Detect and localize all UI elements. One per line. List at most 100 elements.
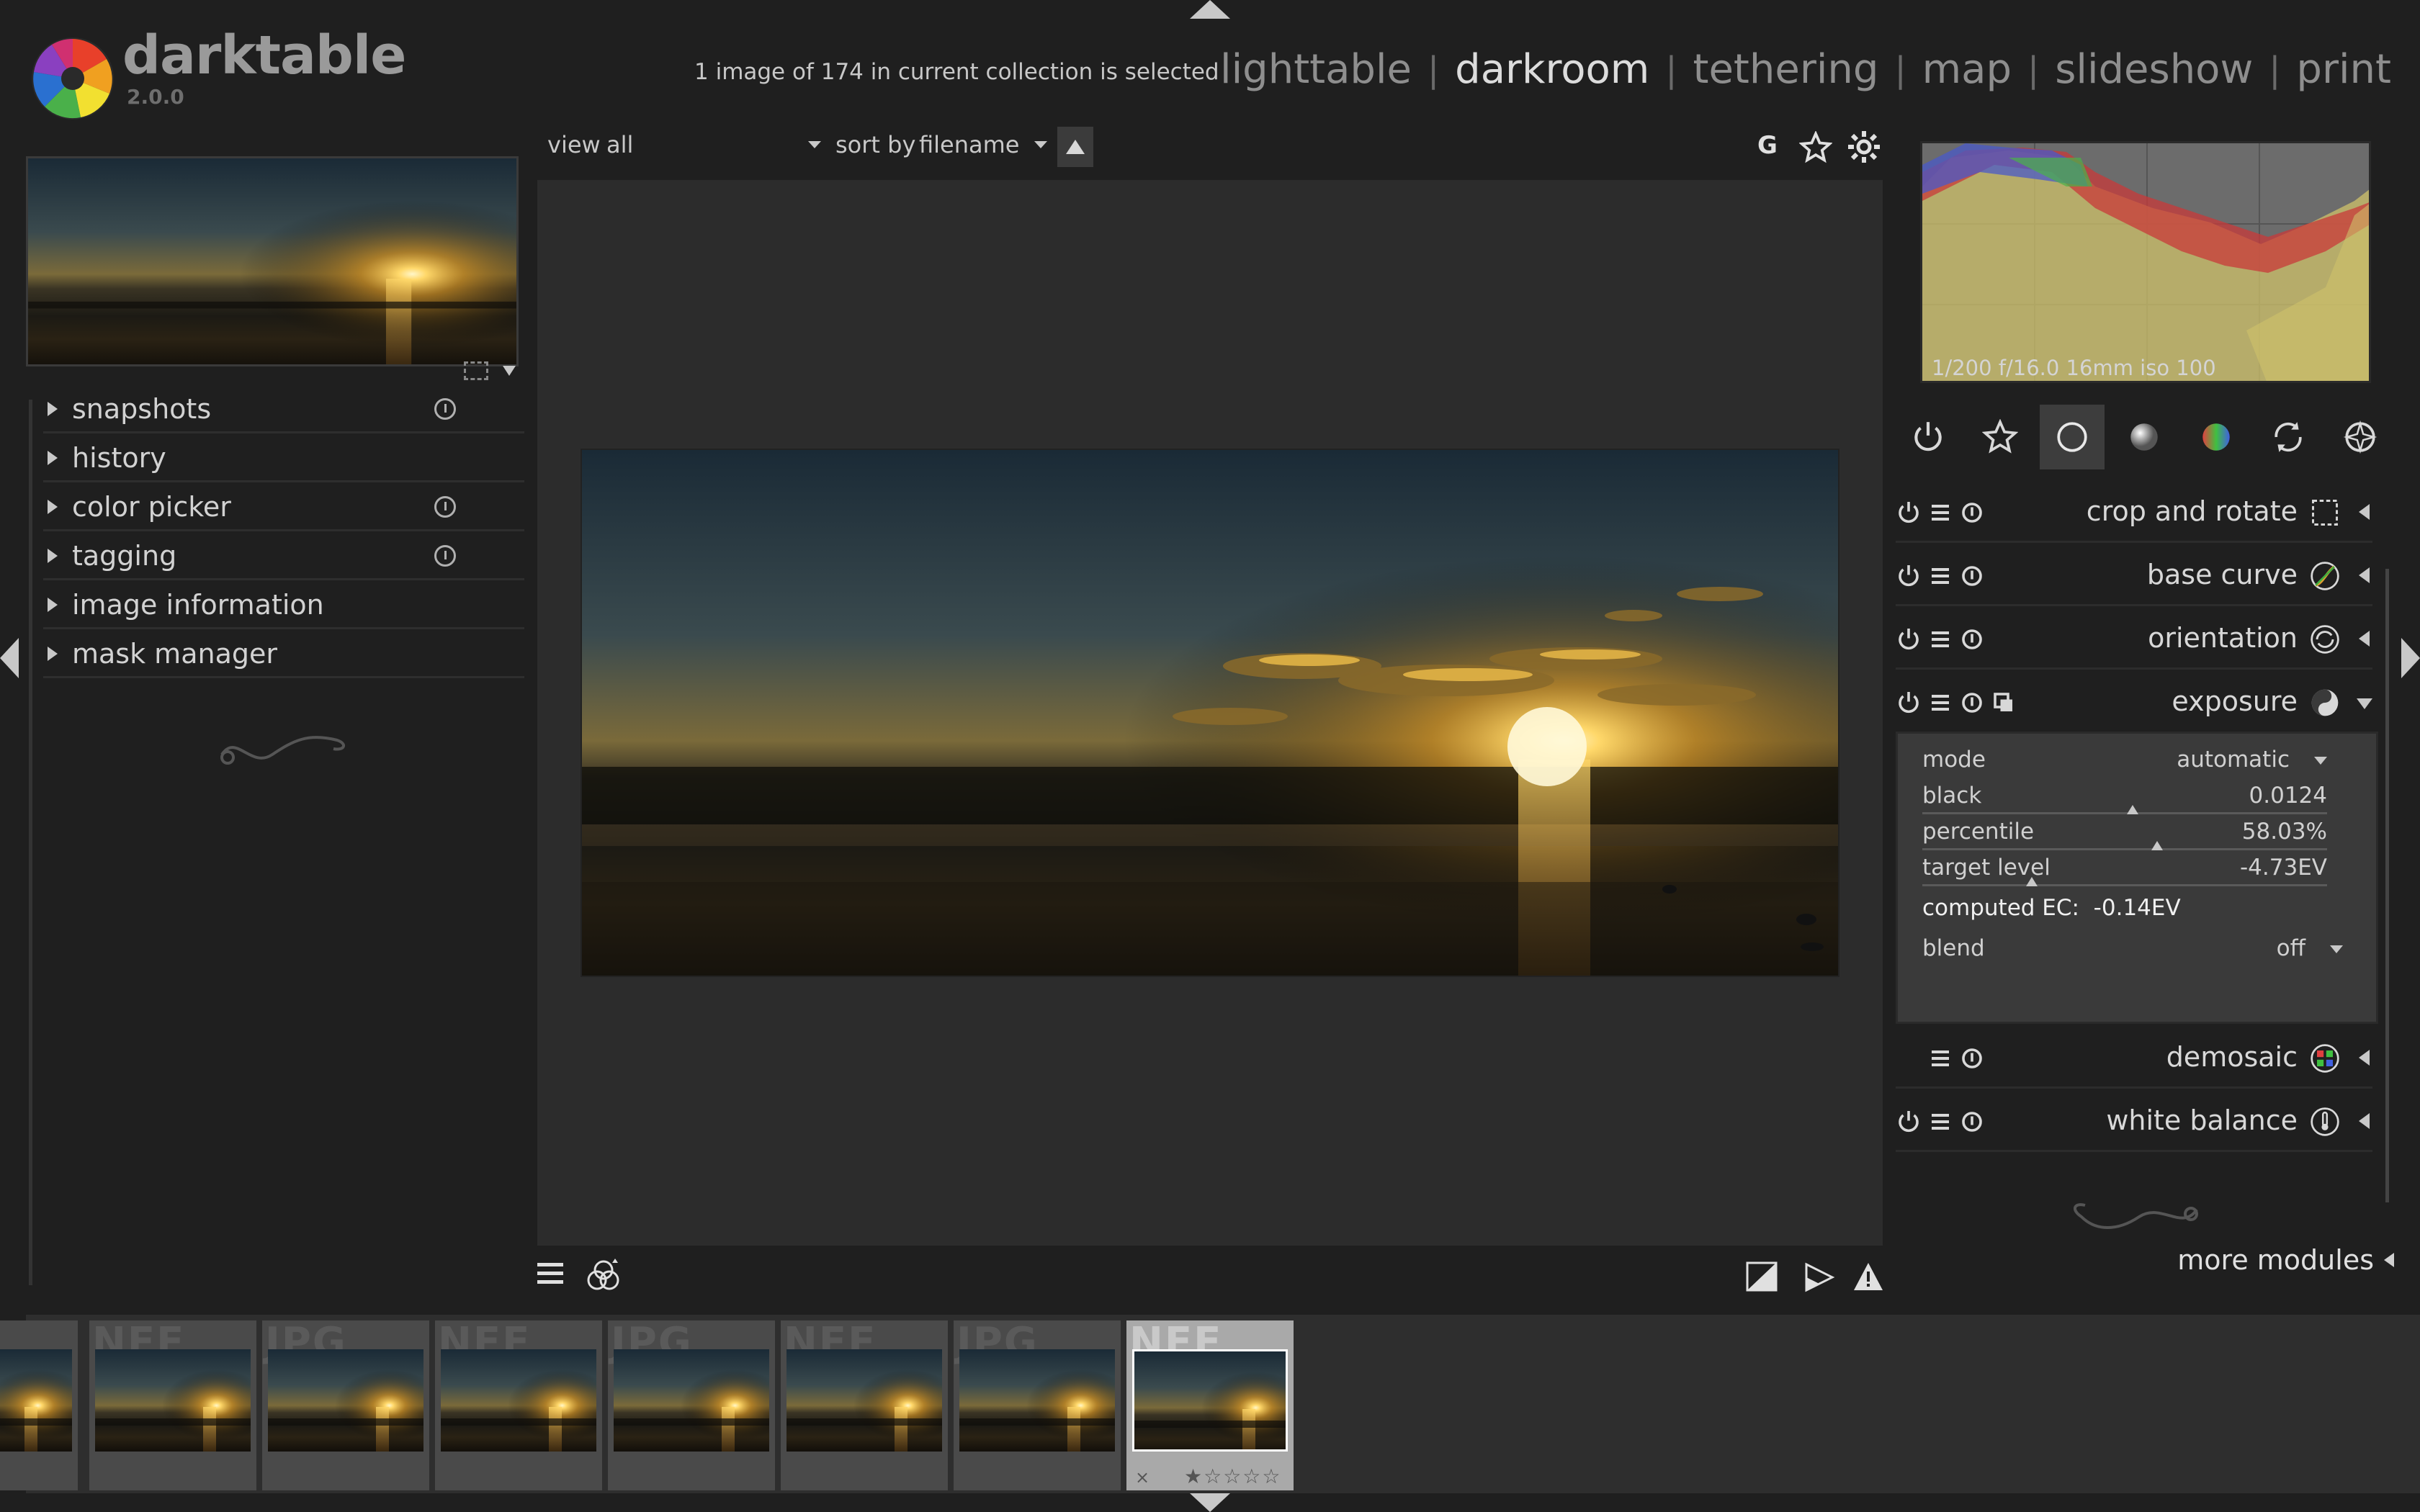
- module-reset-icon[interactable]: [1959, 563, 1985, 589]
- reset-icon[interactable]: [434, 397, 456, 420]
- main-image[interactable]: [581, 449, 1839, 977]
- color-group-icon[interactable]: [2184, 405, 2249, 469]
- view-darkroom[interactable]: darkroom: [1455, 46, 1649, 93]
- right-panel-toggle-icon[interactable]: [2401, 638, 2420, 678]
- filmstrip-thumbnail[interactable]: JPG: [954, 1320, 1121, 1490]
- filmstrip-thumbnail[interactable]: NEF: [781, 1320, 948, 1490]
- basic-group-icon[interactable]: [2040, 405, 2105, 469]
- module-presets-icon[interactable]: [1927, 626, 1953, 652]
- mode-combobox[interactable]: mode automatic: [1922, 747, 2327, 778]
- sort-dropdown-icon[interactable]: [1034, 141, 1047, 148]
- blend-dropdown-icon[interactable]: [2330, 945, 2343, 953]
- view-slideshow[interactable]: slideshow: [2055, 46, 2253, 93]
- star-icon[interactable]: [1799, 131, 1832, 164]
- module-presets-icon[interactable]: [1927, 690, 1953, 716]
- left-panel-toggle-icon[interactable]: [0, 638, 19, 678]
- target-level-slider[interactable]: target level -4.73EV: [1922, 855, 2327, 886]
- module-crop-and-rotate[interactable]: crop and rotate: [1896, 482, 2372, 543]
- module-power-icon[interactable]: [1896, 1109, 1922, 1135]
- module-white-balance[interactable]: white balance: [1896, 1092, 2372, 1152]
- filmstrip-thumbnail[interactable]: JPG: [262, 1320, 429, 1490]
- more-modules-button[interactable]: more modules: [2177, 1244, 2394, 1276]
- effect-group-icon[interactable]: [2328, 405, 2393, 469]
- module-presets-icon[interactable]: [1927, 1045, 1953, 1071]
- left-module-label: snapshots: [72, 392, 212, 425]
- favorites-icon[interactable]: [1968, 405, 2033, 469]
- view-filter-select[interactable]: all: [606, 131, 633, 158]
- sort-select[interactable]: filename: [919, 131, 1019, 158]
- top-panel-toggle-icon[interactable]: [1190, 0, 1230, 19]
- module-power-icon[interactable]: [1896, 626, 1922, 652]
- reset-icon[interactable]: [434, 495, 456, 518]
- bottom-panel-toggle-icon[interactable]: [1190, 1493, 1230, 1512]
- expand-icon[interactable]: [2359, 567, 2370, 583]
- module-instance-icon[interactable]: [1991, 690, 2017, 716]
- module-base-curve[interactable]: base curve: [1896, 546, 2372, 606]
- expand-icon[interactable]: [2359, 1050, 2370, 1066]
- module-power-icon[interactable]: [1896, 500, 1922, 526]
- filmstrip-thumbnail[interactable]: NEF: [89, 1320, 256, 1490]
- hamburger-menu-icon[interactable]: [537, 1261, 563, 1286]
- view-filter-dropdown-icon[interactable]: [808, 141, 821, 148]
- correct-group-icon[interactable]: [2256, 405, 2321, 469]
- collapse-icon[interactable]: [2357, 698, 2372, 709]
- filmstrip-thumbnail[interactable]: [0, 1320, 78, 1490]
- module-orientation[interactable]: orientation: [1896, 609, 2372, 670]
- left-module-color-picker[interactable]: color picker: [43, 484, 524, 531]
- module-exposure[interactable]: exposure: [1896, 672, 2372, 733]
- module-presets-icon[interactable]: [1927, 563, 1953, 589]
- reject-icon[interactable]: ×: [1135, 1467, 1150, 1488]
- module-reset-icon[interactable]: [1959, 626, 1985, 652]
- reset-icon[interactable]: [434, 544, 456, 567]
- slider-handle[interactable]: [2127, 805, 2139, 814]
- right-scrollbar[interactable]: [2385, 569, 2389, 1202]
- overexposed-toggle-icon[interactable]: [1746, 1261, 1778, 1292]
- left-module-snapshots[interactable]: snapshots: [43, 386, 524, 433]
- navigation-dropdown-icon[interactable]: [503, 366, 516, 376]
- gear-icon[interactable]: [1847, 130, 1881, 164]
- module-reset-icon[interactable]: [1959, 1045, 1985, 1071]
- module-presets-icon[interactable]: [1927, 1109, 1953, 1135]
- filmstrip-thumbnail[interactable]: JPG: [608, 1320, 775, 1490]
- left-module-history[interactable]: history: [43, 435, 524, 482]
- mode-dropdown-icon[interactable]: [2314, 757, 2327, 765]
- tone-group-icon[interactable]: [2112, 405, 2177, 469]
- navigation-preview[interactable]: [26, 156, 519, 366]
- black-slider[interactable]: black 0.0124: [1922, 783, 2327, 814]
- power-icon[interactable]: [1896, 405, 1960, 469]
- view-print[interactable]: print: [2296, 46, 2391, 93]
- module-reset-icon[interactable]: [1959, 1109, 1985, 1135]
- view-tethering[interactable]: tethering: [1693, 46, 1879, 93]
- expand-icon[interactable]: [2359, 631, 2370, 647]
- module-demosaic[interactable]: demosaic: [1896, 1028, 2372, 1089]
- module-presets-icon[interactable]: [1927, 500, 1953, 526]
- grouping-icon[interactable]: G: [1757, 131, 1778, 160]
- view-lighttable[interactable]: lighttable: [1220, 46, 1412, 93]
- blend-combobox[interactable]: blend off: [1922, 935, 2343, 967]
- styles-icon[interactable]: [585, 1256, 624, 1295]
- blend-label: blend: [1922, 935, 1985, 961]
- module-power-icon[interactable]: [1896, 690, 1922, 716]
- left-module-image-information[interactable]: image information: [43, 582, 524, 629]
- softproof-toggle-icon[interactable]: [1803, 1261, 1835, 1293]
- module-power-icon[interactable]: [1896, 563, 1922, 589]
- module-reset-icon[interactable]: [1959, 690, 1985, 716]
- module-reset-icon[interactable]: [1959, 500, 1985, 526]
- histogram[interactable]: [1920, 141, 2371, 383]
- navigation-zoom-icon[interactable]: [464, 361, 488, 380]
- rating-stars[interactable]: ★☆☆☆☆: [1184, 1464, 1282, 1488]
- view-map[interactable]: map: [1922, 46, 2012, 93]
- slider-handle[interactable]: [2025, 877, 2038, 886]
- expand-icon[interactable]: [2359, 1113, 2370, 1129]
- gamut-check-icon[interactable]: [1852, 1261, 1884, 1292]
- filmstrip-thumbnail[interactable]: NEF × ★☆☆☆☆: [1126, 1320, 1294, 1490]
- filmstrip-thumbnail[interactable]: NEF: [435, 1320, 602, 1490]
- left-module-tagging[interactable]: tagging: [43, 533, 524, 580]
- expand-icon[interactable]: [2359, 504, 2370, 520]
- filmstrip[interactable]: NEF JPG NEF JPG NEF JPG NEF × ★☆☆☆☆: [0, 1315, 2420, 1493]
- left-module-mask-manager[interactable]: mask manager: [43, 631, 524, 678]
- percentile-slider[interactable]: percentile 58.03%: [1922, 819, 2327, 850]
- left-scrollbar[interactable]: [29, 400, 32, 1285]
- sort-order-button[interactable]: [1057, 127, 1093, 167]
- slider-handle[interactable]: [2151, 841, 2163, 850]
